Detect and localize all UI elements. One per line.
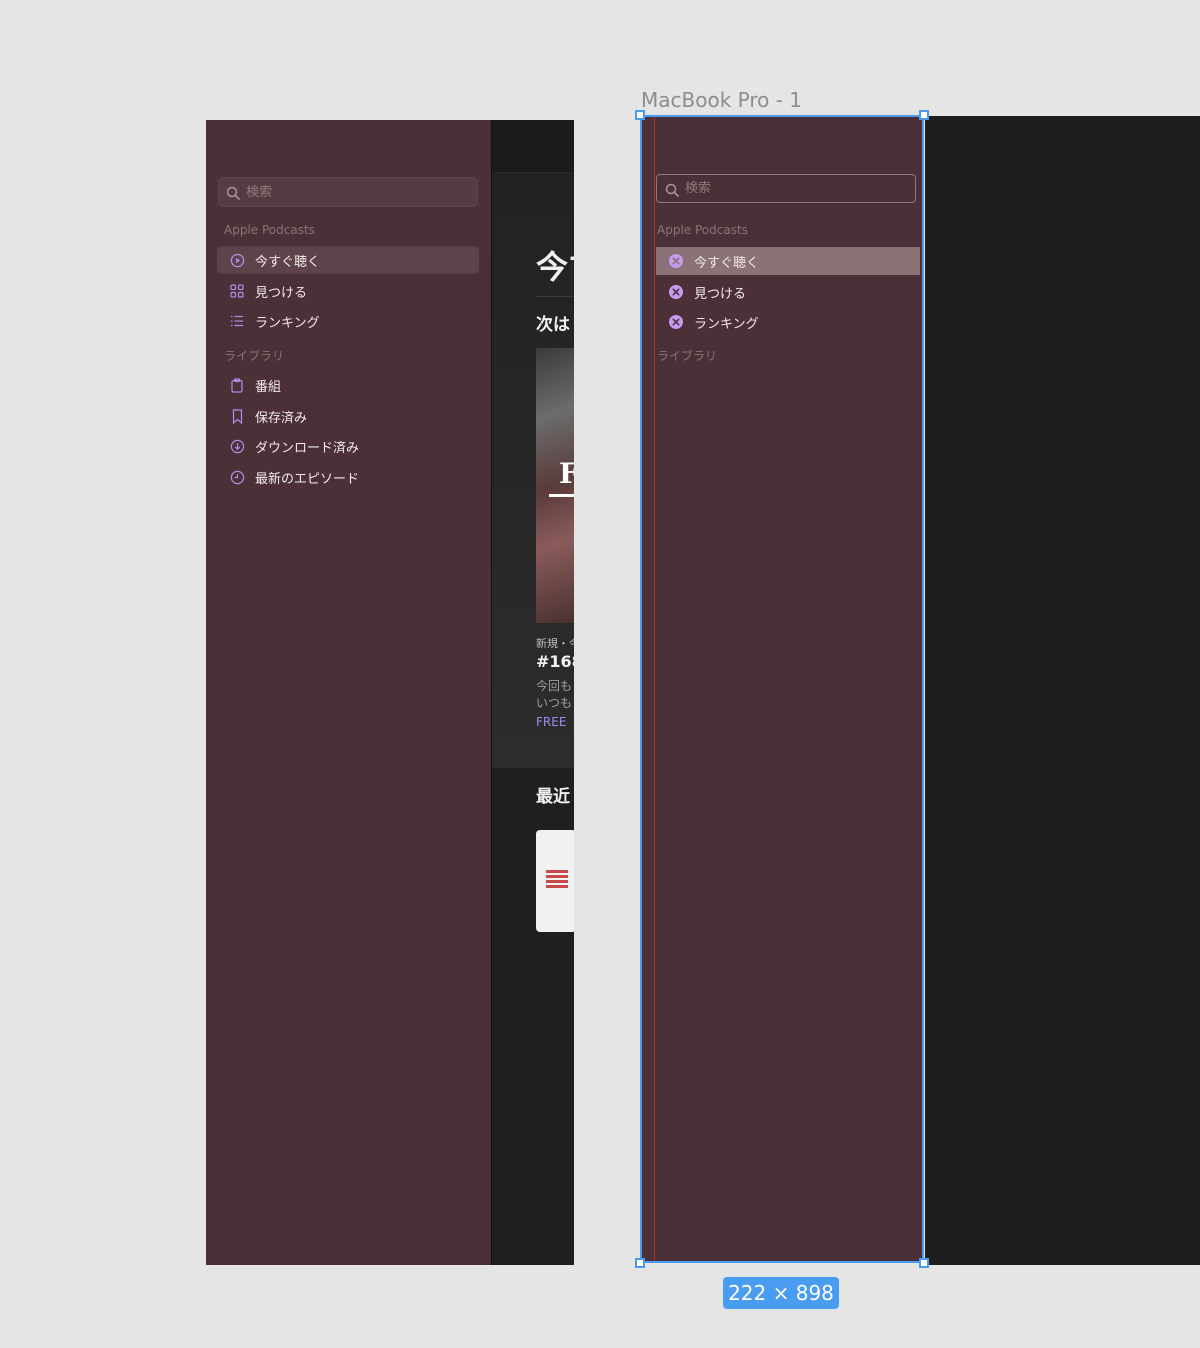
sidebar-item-shows[interactable]: 番組 [217,371,479,399]
resize-handle-top-left[interactable] [635,110,645,120]
section-label-library: ライブラリ [224,349,285,363]
list-icon [229,313,245,329]
clipboard-icon [229,377,245,393]
frame-title[interactable]: MacBook Pro - 1 [641,88,802,112]
recent-show-card[interactable] [536,830,574,932]
search-field[interactable] [218,177,478,207]
download-circle-icon [229,438,245,454]
search-input[interactable] [246,184,446,200]
sidebar-item-saved[interactable]: 保存済み [217,402,479,430]
sidebar-item-downloaded[interactable]: ダウンロード済み [217,432,479,460]
sidebar-item-label: 保存済み [255,410,308,426]
search-icon [226,185,240,200]
sidebar-item-label: 見つける [255,285,308,301]
canvas-dark-area [925,116,1200,1265]
sidebar-item-ranking[interactable]: ランキング [217,307,479,335]
episode-link[interactable]: FREE [536,715,566,729]
sidebar-item-label: 今すぐ聴く [255,254,321,270]
play-circle-icon [229,252,245,268]
divider [536,296,574,297]
episode-title[interactable]: #168 [536,652,574,671]
section-label-apple-podcasts: Apple Podcasts [224,223,315,237]
section-title-up-next: 次は [536,315,570,335]
sidebar: Apple Podcasts 今すぐ聴く 見つける ランキング ライブラリ 番組 [206,120,492,1265]
sidebar-item-listen-now[interactable]: 今すぐ聴く [217,246,479,274]
episode-description: 今回も [536,679,573,693]
sidebar-item-label: ダウンロード済み [255,440,360,456]
clock-icon [229,469,245,485]
resize-handle-bottom-left[interactable] [635,1258,645,1268]
page-title: 今す [536,248,574,286]
grid-icon [229,283,245,299]
bookmark-icon [229,408,245,424]
sidebar-item-label: ランキング [255,315,320,331]
card-artwork [546,870,568,888]
artwork-underline [549,494,574,497]
sidebar-item-label: 番組 [255,379,282,395]
resize-handle-bottom-right[interactable] [919,1258,929,1268]
dimension-badge: 222 × 898 [723,1277,839,1309]
resize-handle-top-right[interactable] [919,110,929,120]
episode-description: いつも [536,696,573,710]
selection-outline[interactable] [640,115,924,1263]
sidebar-item-label: 最新のエピソード [255,471,360,487]
sidebar-item-browse[interactable]: 見つける [217,277,479,305]
reference-mockup: Apple Podcasts 今すぐ聴く 見つける ランキング ライブラリ 番組 [206,120,574,1265]
section-title-recent: 最近 [536,787,570,807]
episode-meta: 新規・今 [536,637,574,650]
artwork-letter: F [559,457,574,490]
sidebar-item-latest-episodes[interactable]: 最新のエピソード [217,463,479,491]
toolbar [492,120,574,173]
